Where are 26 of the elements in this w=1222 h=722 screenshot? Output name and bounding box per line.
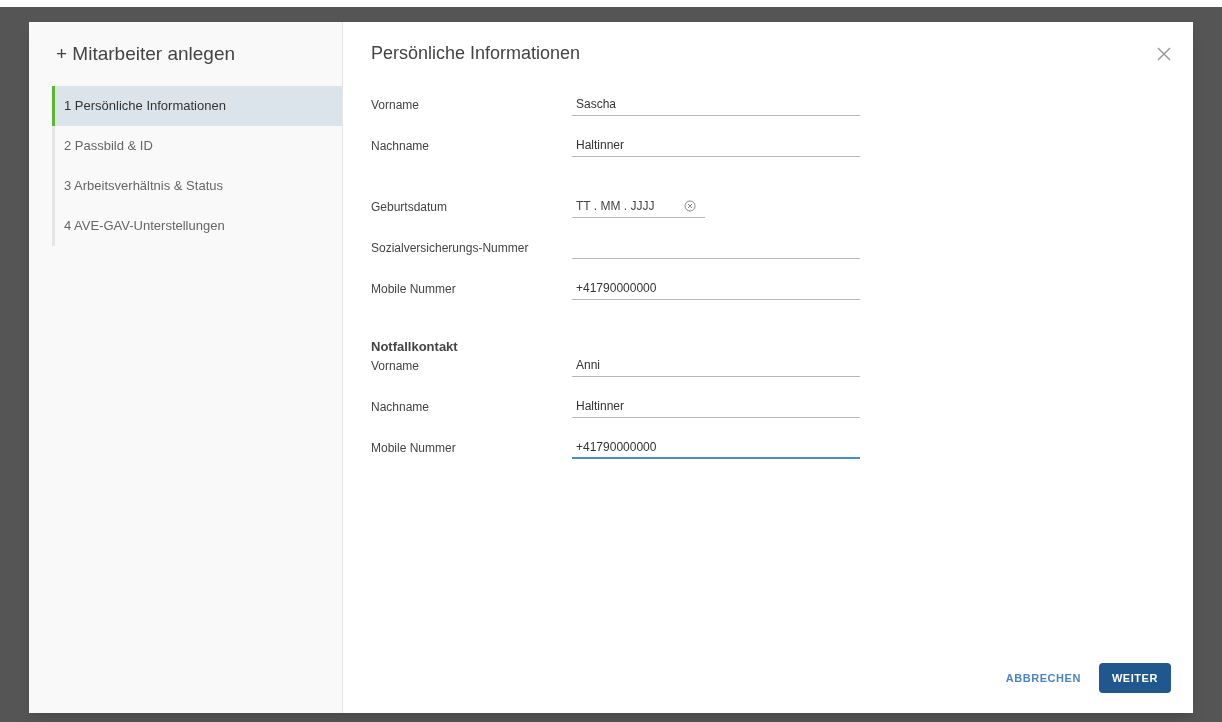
- field-label: Sozialversicherungs-Nummer: [371, 239, 530, 257]
- field-label: Mobile Nummer: [371, 439, 457, 457]
- field-label: Mobile Nummer: [371, 280, 457, 298]
- form-heading: Persönliche Informationen: [371, 42, 581, 65]
- step-tab[interactable]: 1 Persönliche Informationen: [52, 85, 342, 126]
- step-tab[interactable]: 2 Passbild & ID: [52, 125, 342, 166]
- field-label: Nachname: [371, 137, 431, 155]
- field-label: Vorname: [371, 357, 421, 375]
- clear-icon[interactable]: [684, 200, 696, 212]
- close-icon[interactable]: [1157, 47, 1171, 61]
- field-label: Vorname: [371, 96, 421, 114]
- text-field[interactable]: +41790000000: [572, 436, 860, 459]
- text-field[interactable]: Haltinner: [572, 134, 860, 157]
- next-button[interactable]: WEITER: [1098, 663, 1171, 693]
- field-label: Nachname: [371, 398, 431, 416]
- text-field[interactable]: Haltinner: [572, 395, 860, 418]
- cancel-button[interactable]: ABBRECHEN: [1001, 663, 1085, 693]
- step-tab[interactable]: 3 Arbeitsverhältnis & Status: [52, 165, 342, 206]
- date-field[interactable]: TT . MM . JJJJ: [572, 195, 705, 218]
- text-field[interactable]: Sascha: [572, 93, 860, 116]
- dialog-title: + Mitarbeiter anlegen: [56, 42, 237, 66]
- text-field[interactable]: Anni: [572, 354, 860, 377]
- text-field[interactable]: +41790000000: [572, 277, 860, 300]
- field-label: Geburtsdatum: [371, 198, 449, 216]
- step-tab[interactable]: 4 AVE-GAV-Unterstellungen: [52, 205, 342, 246]
- section-title: Notfallkontakt: [371, 338, 459, 351]
